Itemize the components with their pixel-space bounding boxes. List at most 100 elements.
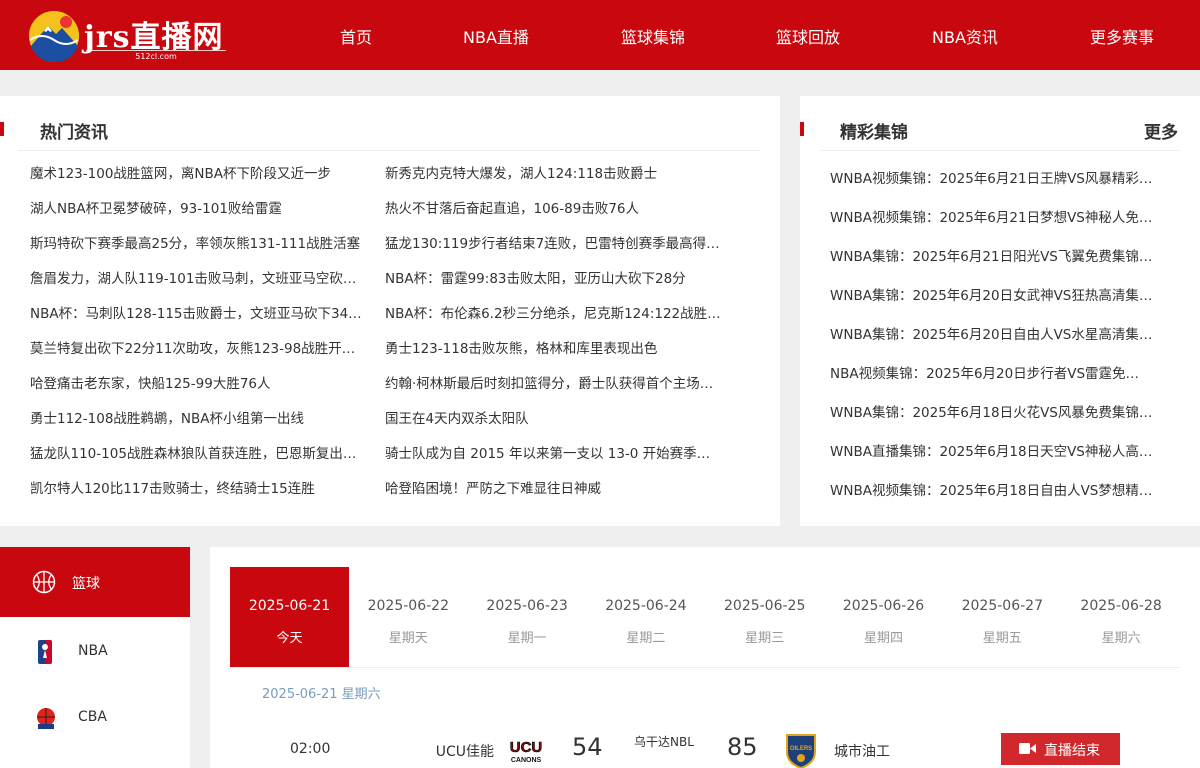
date-tab[interactable]: 2025-06-28 星期六 xyxy=(1062,567,1181,667)
date-tab[interactable]: 2025-06-21 今天 xyxy=(230,567,349,667)
home-logo-sub: CANONS xyxy=(511,757,542,764)
divider xyxy=(820,150,1180,151)
logo-mountain-icon xyxy=(29,11,79,62)
date-tab[interactable]: 2025-06-24 星期二 xyxy=(586,567,705,667)
video-camera-icon xyxy=(1019,743,1036,754)
news-link[interactable]: 新秀克内克特大爆发，湖人124:118击败爵士 xyxy=(385,162,730,182)
highlights-header: 精彩集锦 更多 xyxy=(800,116,1200,143)
basketball-icon xyxy=(32,570,56,594)
date-tab-weekday: 星期天 xyxy=(388,631,428,646)
highlight-link[interactable]: WNBA直播集锦：2025年6月18日天空VS神秘人高… xyxy=(830,440,1160,460)
nav-basketball-highlights[interactable]: 篮球集锦 xyxy=(621,24,685,48)
date-tab[interactable]: 2025-06-22 星期天 xyxy=(349,567,468,667)
away-team-name[interactable]: 城市油工 xyxy=(834,741,890,761)
nav-basketball-replay[interactable]: 篮球回放 xyxy=(776,24,840,48)
date-tab-date: 2025-06-23 xyxy=(486,598,568,614)
home-team-logo: UCU CANONS xyxy=(509,739,543,764)
news-link[interactable]: 詹眉发力，湖人队119-101击败马刺，文班亚马空砍… xyxy=(30,267,370,287)
highlights-title: 精彩集锦 xyxy=(840,123,908,143)
date-tab-date: 2025-06-21 xyxy=(248,598,331,614)
live-ended-label: 直播结束 xyxy=(1044,743,1100,759)
sports-menu: 篮球 NBA CBA xyxy=(0,547,190,768)
sport-item-nba[interactable]: NBA xyxy=(0,617,190,687)
news-link[interactable]: NBA杯：马刺队128-115击败爵士，文班亚马砍下34… xyxy=(30,302,370,322)
nba-logo-icon xyxy=(38,640,52,664)
date-tab-weekday: 星期五 xyxy=(982,631,1022,646)
highlights-panel: 精彩集锦 更多 WNBA视频集锦：2025年6月21日王牌VS风暴精彩… WNBA… xyxy=(800,96,1200,526)
highlight-link[interactable]: WNBA集锦：2025年6月18日火花VS风暴免费集锦… xyxy=(830,401,1160,421)
away-logo-letters: OILERS xyxy=(790,746,812,752)
date-tab[interactable]: 2025-06-26 星期四 xyxy=(824,567,943,667)
news-link[interactable]: 湖人NBA杯卫冕梦破碎，93-101败给雷霆 xyxy=(30,197,370,217)
highlight-link[interactable]: WNBA视频集锦：2025年6月21日王牌VS风暴精彩… xyxy=(830,167,1160,187)
date-tab-date: 2025-06-28 xyxy=(1080,598,1162,614)
date-tab-date: 2025-06-26 xyxy=(842,598,925,614)
news-link[interactable]: 猛龙队110-105战胜森林狼队首获连胜，巴恩斯复出… xyxy=(30,442,370,462)
news-link[interactable]: 勇士123-118击败灰熊，格林和库里表现出色 xyxy=(385,337,730,357)
main-nav: 首页 NBA直播 篮球集锦 篮球回放 NBA资讯 更多赛事 xyxy=(300,0,1200,70)
news-link[interactable]: 魔术123-100战胜篮网，离NBA杯下阶段又近一步 xyxy=(30,162,370,182)
nav-home[interactable]: 首页 xyxy=(340,24,372,48)
date-tab-weekday: 星期一 xyxy=(507,631,547,646)
date-tab-weekday: 星期二 xyxy=(626,631,666,646)
news-link[interactable]: 骑士队成为自 2015 年以来第一支以 13-0 开始赛季… xyxy=(385,442,730,462)
highlight-link[interactable]: WNBA视频集锦：2025年6月18日自由人VS梦想精… xyxy=(830,479,1160,499)
highlight-link[interactable]: WNBA集锦：2025年6月20日女武神VS狂热高清集… xyxy=(830,284,1160,304)
date-tab-weekday: 今天 xyxy=(276,631,303,646)
league-name: 乌干达NBL xyxy=(634,735,694,749)
sport-item-cba[interactable]: CBA xyxy=(0,683,190,753)
date-tab-weekday: 星期六 xyxy=(1101,631,1141,646)
date-tab[interactable]: 2025-06-25 星期三 xyxy=(705,567,824,667)
site-header: jrs直播网 512cl.com 首页 NBA直播 篮球集锦 篮球回放 NBA资… xyxy=(0,0,1200,70)
live-ended-button[interactable]: 直播结束 xyxy=(1001,733,1120,765)
news-link[interactable]: 哈登痛击老东家，快船125-99大胜76人 xyxy=(30,372,370,392)
away-team-logo: OILERS xyxy=(786,734,816,768)
news-link[interactable]: 约翰·柯林斯最后时刻扣篮得分，爵士队获得首个主场… xyxy=(385,372,730,392)
date-tab-weekday: 星期四 xyxy=(863,631,903,646)
date-tab-date: 2025-06-24 xyxy=(605,598,687,614)
away-score: 85 xyxy=(727,733,758,761)
news-link[interactable]: 凯尔特人120比117击败骑士，终结骑士15连胜 xyxy=(30,477,370,497)
home-team-name[interactable]: UCU佳能 xyxy=(436,741,494,761)
sport-item-label: CBA xyxy=(78,709,107,725)
news-link[interactable]: 猛龙130:119步行者结束7连败，巴雷特创赛季最高得… xyxy=(385,232,730,252)
highlight-link[interactable]: NBA视频集锦：2025年6月20日步行者VS雷霆免… xyxy=(830,362,1160,382)
date-tab-date: 2025-06-22 xyxy=(367,598,449,614)
nav-nba-news[interactable]: NBA资讯 xyxy=(932,24,998,48)
date-tab[interactable]: 2025-06-27 星期五 xyxy=(943,567,1062,667)
news-link[interactable]: NBA杯：雷霆99:83击败太阳，亚历山大砍下28分 xyxy=(385,267,730,287)
nav-nba-live[interactable]: NBA直播 xyxy=(463,24,529,48)
news-link[interactable]: 国王在4天内双杀太阳队 xyxy=(385,407,730,427)
home-logo-letters: UCU xyxy=(510,739,543,756)
match-time: 02:00 xyxy=(290,741,331,757)
highlight-link[interactable]: WNBA集锦：2025年6月20日自由人VS水星高清集… xyxy=(830,323,1160,343)
highlights-more-link[interactable]: 更多 xyxy=(1144,118,1178,143)
hot-news-panel: 热门资讯 魔术123-100战胜篮网，离NBA杯下阶段又近一步 新秀克内克特大爆发… xyxy=(0,96,780,526)
date-tab[interactable]: 2025-06-23 星期一 xyxy=(468,567,587,667)
cba-logo-icon xyxy=(37,708,55,729)
schedule-panel: 2025-06-21 今天 2025-06-22 星期天 2025-06-23 星期一 20… xyxy=(210,547,1200,768)
sport-item-label: NBA xyxy=(78,643,108,659)
highlight-link[interactable]: WNBA视频集锦：2025年6月21日梦想VS神秘人免… xyxy=(830,206,1160,226)
match-row: 02:00 UCU佳能 UCU CANONS 54 乌干达NBL 85 OILE… xyxy=(210,727,1200,768)
divider xyxy=(18,150,760,151)
hot-news-title: 热门资讯 xyxy=(40,123,108,143)
highlight-link[interactable]: WNBA集锦：2025年6月21日阳光VS飞翼免费集锦… xyxy=(830,245,1160,265)
news-link[interactable]: 斯玛特砍下赛季最高25分，率领灰熊131-111战胜活塞 xyxy=(30,232,370,252)
sport-item-basketball[interactable]: 篮球 xyxy=(0,547,190,617)
news-link[interactable]: 莫兰特复出砍下22分11次助攻，灰熊123-98战胜开… xyxy=(30,337,370,357)
site-logo[interactable]: jrs直播网 512cl.com xyxy=(28,8,228,62)
schedule-date-heading: 2025-06-21 星期六 xyxy=(262,687,381,702)
nav-more-events[interactable]: 更多赛事 xyxy=(1090,24,1154,48)
home-score: 54 xyxy=(572,733,603,761)
divider xyxy=(230,667,1180,668)
title-accent-bar xyxy=(800,122,804,136)
date-tab-date: 2025-06-27 xyxy=(961,598,1043,614)
news-link[interactable]: 勇士112-108战胜鹈鹕，NBA杯小组第一出线 xyxy=(30,407,370,427)
news-link[interactable]: 哈登陷困境！严防之下难显往日神威 xyxy=(385,477,730,497)
date-tab-date: 2025-06-25 xyxy=(724,598,806,614)
news-link[interactable]: NBA杯：布伦森6.2秒三分绝杀，尼克斯124:122战胜… xyxy=(385,302,730,322)
news-link[interactable]: 热火不甘落后奋起直追，106-89击败76人 xyxy=(385,197,730,217)
title-accent-bar xyxy=(0,122,4,136)
date-tab-weekday: 星期三 xyxy=(745,631,785,646)
